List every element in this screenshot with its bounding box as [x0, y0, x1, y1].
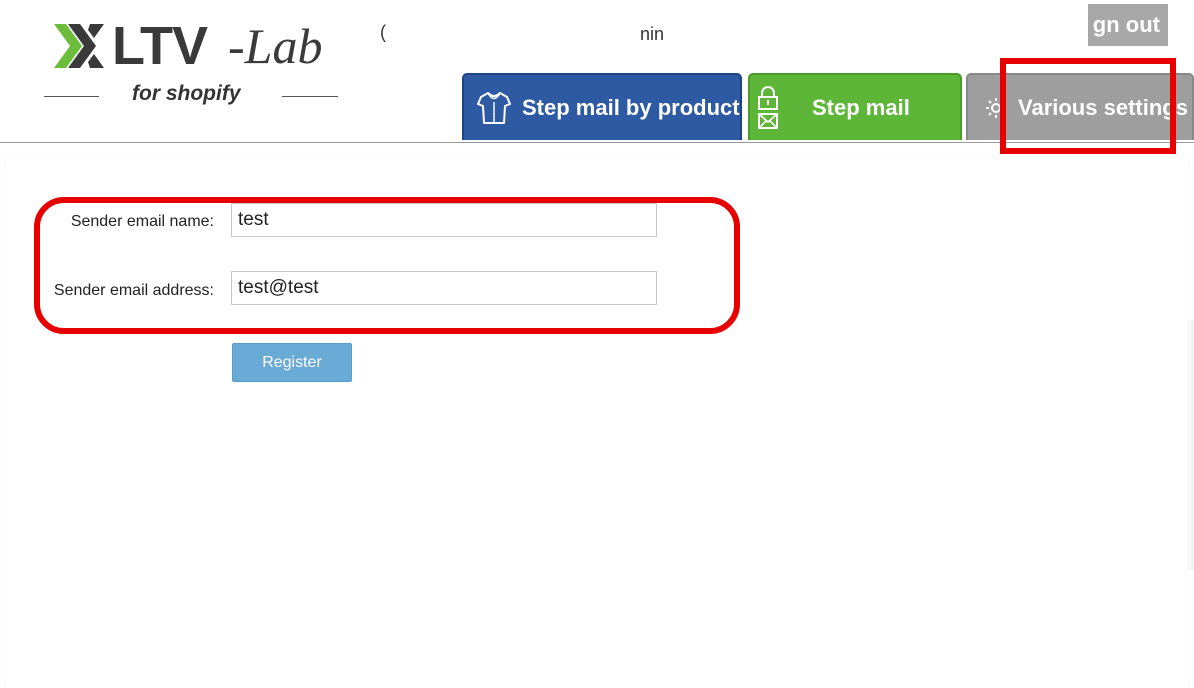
header-text-fragment-left: ( — [380, 22, 386, 42]
tab-step-mail[interactable]: Step mail — [748, 73, 962, 140]
register-button[interactable]: Register — [232, 343, 352, 382]
right-edge-shadow — [1186, 320, 1194, 570]
header-text-fragment-right: nin — [640, 24, 665, 44]
tab-step-mail-by-product-label: Step mail by product — [522, 94, 740, 120]
sign-out-button[interactable]: gn out — [1088, 4, 1168, 46]
app-header: LTV -Lab for shopify ( nin gn out Step m… — [0, 0, 1194, 154]
logo-x-mark-icon — [54, 24, 104, 68]
logo-divider-right — [282, 96, 338, 97]
logo-tagline: for shopify — [132, 82, 241, 105]
highlight-box-settings-tab — [1000, 58, 1176, 154]
highlight-box-sender-fields — [34, 197, 740, 334]
ltv-lab-logo[interactable]: LTV -Lab for shopify — [44, 10, 344, 120]
logo-brand: LTV — [112, 16, 208, 76]
shirt-icon — [474, 88, 514, 128]
lock-mail-icon — [754, 84, 782, 132]
tab-step-mail-label: Step mail — [812, 94, 910, 120]
tab-step-mail-by-product[interactable]: Step mail by product — [462, 73, 742, 140]
logo-divider-left — [44, 96, 99, 97]
logo-brand-suffix: -Lab — [228, 18, 323, 74]
